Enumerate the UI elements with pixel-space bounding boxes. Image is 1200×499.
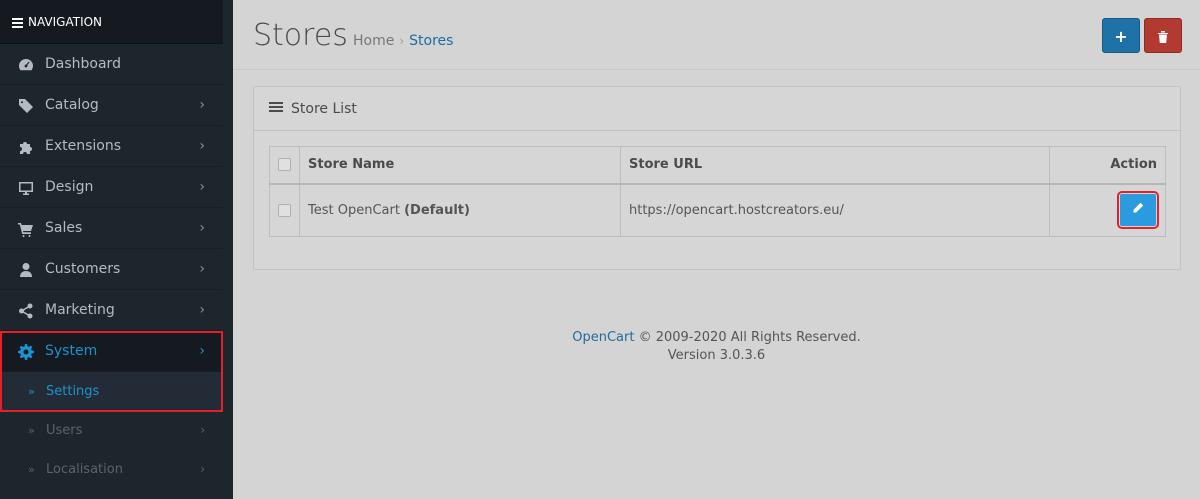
breadcrumb-home[interactable]: Home [353,33,394,49]
panel-title: Store List [291,101,357,117]
sidebar-subitem-label: Users [46,423,83,438]
column-header-action: Action [1049,146,1166,185]
table-row: Test OpenCart (Default) https://opencart… [269,183,1166,237]
cart-icon [18,223,33,237]
sidebar: NAVIGATION Dashboard Catalog › Extension… [0,0,223,499]
panel-heading: Store List [254,87,1180,131]
sidebar-item-label: Marketing [45,302,115,318]
add-store-button[interactable]: + [1102,18,1140,53]
store-name: Test OpenCart [308,202,400,218]
highlight-box [0,331,223,412]
chevron-right-icon: › [199,261,205,277]
table-header-row: Store Name Store URL Action [269,146,1166,185]
sidebar-item-marketing[interactable]: Marketing › [0,290,223,331]
delete-store-button[interactable] [1144,18,1182,53]
sidebar-item-sales[interactable]: Sales › [0,208,223,249]
chevron-right-icon: › [199,138,205,154]
monitor-icon [19,182,33,195]
breadcrumb-stores[interactable]: Stores [409,33,453,49]
sidebar-item-label: Dashboard [45,56,121,72]
sidebar-item-label: Design [45,179,94,195]
user-icon [20,263,32,277]
sidebar-item-label: Extensions [45,138,122,154]
row-select-cell [269,183,300,237]
chevron-right-icon: › [199,179,205,195]
main-content: Stores Home › Stores + Store List Store Na… [233,0,1200,499]
select-all-cell [269,146,300,185]
sidebar-item-label: Sales [45,220,83,236]
column-header-store-url[interactable]: Store URL [620,146,1050,185]
footer-version: Version 3.0.3.6 [667,348,766,363]
action-cell [1049,183,1166,237]
footer: OpenCart © 2009-2020 All Rights Reserved… [233,329,1200,365]
sidebar-item-extensions[interactable]: Extensions › [0,126,223,167]
store-url-cell: https://opencart.hostcreators.eu/ [620,183,1050,237]
page-header: Stores Home › Stores + [233,0,1200,70]
tag-icon [19,99,33,113]
default-tag: (Default) [404,202,470,218]
double-chevron-icon: » [28,463,35,476]
store-list-panel: Store List Store Name Store URL Action T… [253,86,1181,270]
sidebar-subitem-users[interactable]: » Users › [0,411,223,450]
breadcrumb: Home › Stores [353,33,453,49]
pencil-icon [1133,203,1144,213]
page-title: Stores [253,18,348,53]
sidebar-item-catalog[interactable]: Catalog › [0,85,223,126]
share-icon [19,303,33,319]
nav-header-label: NAVIGATION [28,15,103,29]
trash-icon [1158,30,1168,43]
sidebar-subitem-localisation[interactable]: » Localisation › [0,450,223,489]
chevron-right-icon: › [200,462,205,476]
sidebar-item-customers[interactable]: Customers › [0,249,223,290]
breadcrumb-separator-icon: › [399,34,405,48]
footer-copyright-line: OpenCart © 2009-2020 All Rights Reserved… [233,329,1200,347]
column-header-store-name[interactable]: Store Name [299,146,621,185]
row-checkbox[interactable] [278,203,291,217]
double-chevron-icon: » [28,424,35,437]
sidebar-item-dashboard[interactable]: Dashboard [0,44,223,85]
sidebar-item-design[interactable]: Design › [0,167,223,208]
store-table: Store Name Store URL Action Test OpenCar… [269,146,1166,237]
chevron-right-icon: › [199,97,205,113]
store-name-cell: Test OpenCart (Default) [299,183,621,237]
chevron-right-icon: › [199,302,205,318]
edit-button[interactable] [1117,191,1159,230]
select-all-checkbox[interactable] [278,158,291,172]
sidebar-divider [223,0,233,499]
sidebar-item-label: Customers [45,261,121,277]
sidebar-item-label: Catalog [45,97,99,113]
plus-icon: + [1114,27,1128,46]
footer-copyright: © 2009-2020 All Rights Reserved. [638,330,861,345]
list-icon [269,100,283,114]
puzzle-icon [20,142,32,154]
footer-brand-link[interactable]: OpenCart [572,330,634,345]
nav-header[interactable]: NAVIGATION [0,0,223,44]
dashboard-icon [19,59,33,71]
menu-icon [12,16,23,30]
chevron-right-icon: › [200,423,205,437]
sidebar-subitem-label: Localisation [46,462,123,477]
chevron-right-icon: › [199,220,205,236]
